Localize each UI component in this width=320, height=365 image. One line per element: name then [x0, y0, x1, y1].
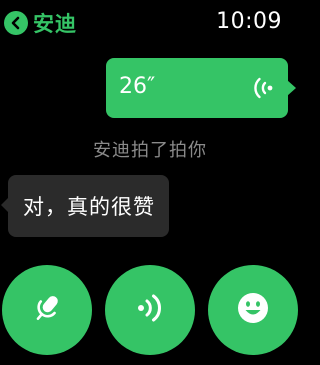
voice-message-bubble[interactable]: 26″ — [106, 58, 296, 118]
incoming-message-bubble[interactable]: 对，真的很赞 — [1, 175, 169, 237]
voice-wave-icon — [254, 76, 274, 104]
header-bar: 安迪 10:09 — [0, 0, 300, 44]
voice-button[interactable] — [105, 265, 195, 355]
smiley-icon — [236, 291, 270, 329]
clock-time: 10:09 — [216, 9, 282, 34]
incoming-message-text: 对，真的很赞 — [23, 195, 155, 219]
microphone-button[interactable] — [2, 265, 92, 355]
chat-title: 安迪 — [33, 12, 77, 36]
pat-notice: 安迪拍了拍你 — [93, 140, 207, 161]
voice-duration: 26″ — [119, 74, 156, 99]
chevron-left-icon — [4, 11, 28, 35]
emoji-button[interactable] — [208, 265, 298, 355]
back-button[interactable]: 安迪 — [4, 8, 77, 38]
voice-wave-icon — [135, 291, 165, 329]
microphone-icon — [30, 291, 64, 329]
